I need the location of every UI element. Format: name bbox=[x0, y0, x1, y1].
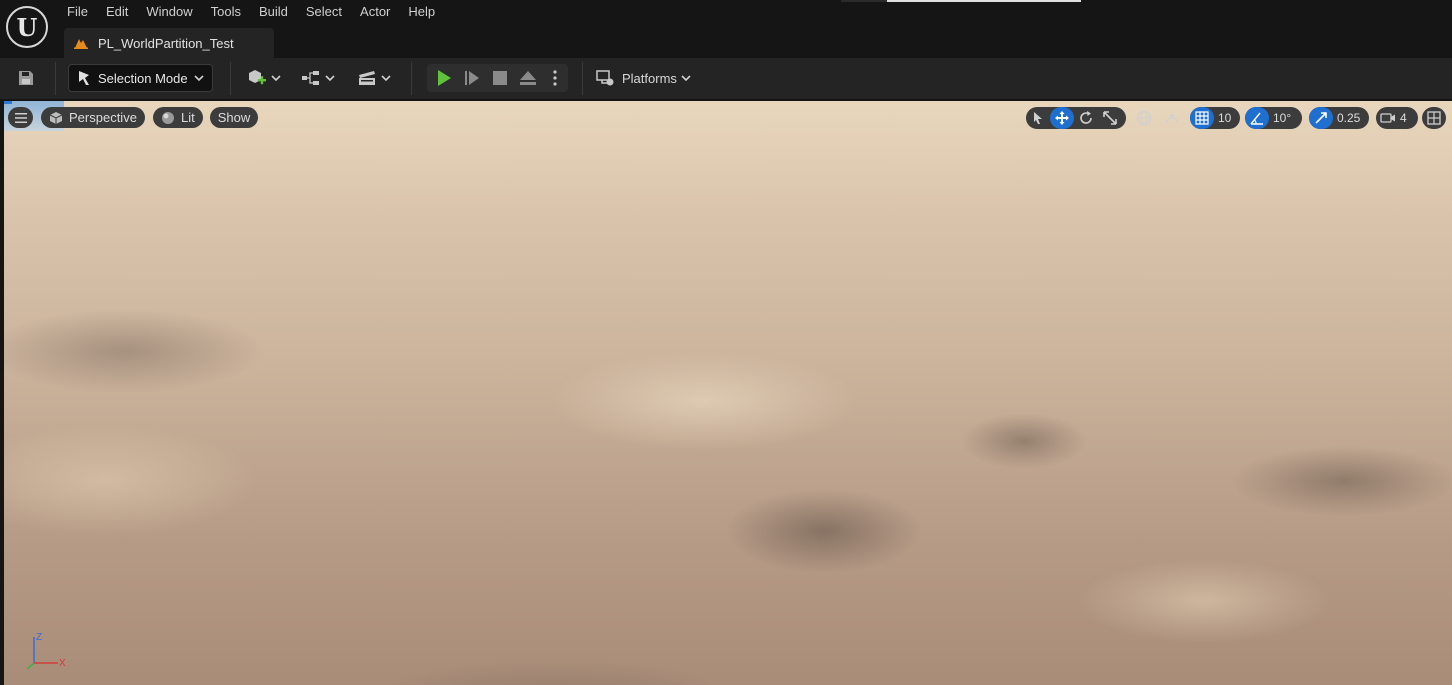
show-dropdown[interactable]: Show bbox=[210, 107, 258, 128]
grid-snap-icon-wrap bbox=[1190, 107, 1214, 129]
add-actor-button[interactable] bbox=[244, 64, 284, 92]
menu-help[interactable]: Help bbox=[399, 0, 444, 24]
menu-tools[interactable]: Tools bbox=[202, 0, 250, 24]
eject-icon bbox=[520, 71, 536, 85]
layout-icon bbox=[1427, 111, 1441, 125]
scale-snap-toggle[interactable]: 0.25 bbox=[1309, 107, 1369, 129]
play-button[interactable] bbox=[431, 64, 457, 92]
viewport-options-button[interactable] bbox=[8, 107, 33, 128]
title-strip bbox=[841, 0, 1081, 2]
platforms-label: Platforms bbox=[622, 70, 677, 86]
chevron-down-icon bbox=[194, 75, 204, 82]
scale-snap-icon-wrap bbox=[1309, 107, 1333, 129]
save-button[interactable] bbox=[12, 64, 40, 92]
surface-snap-icon bbox=[1165, 114, 1179, 123]
scale-icon bbox=[1103, 111, 1117, 125]
add-actor-icon bbox=[249, 70, 266, 85]
play-options-button[interactable] bbox=[545, 64, 565, 92]
toolbar-separator bbox=[230, 62, 231, 95]
menu-build[interactable]: Build bbox=[250, 0, 297, 24]
platforms-icon bbox=[596, 70, 614, 86]
level-icon bbox=[74, 39, 88, 49]
scale-snap-icon bbox=[1315, 112, 1327, 124]
skip-icon bbox=[465, 71, 479, 85]
scale-tool-button[interactable] bbox=[1098, 107, 1122, 129]
hamburger-icon bbox=[14, 112, 27, 123]
stop-button[interactable] bbox=[487, 64, 513, 92]
toolbar-separator bbox=[582, 62, 583, 95]
menu-select[interactable]: Select bbox=[297, 0, 351, 24]
grid-snap-toggle[interactable]: 10 bbox=[1190, 107, 1240, 129]
platforms-dropdown[interactable]: Platforms bbox=[596, 64, 696, 92]
view-mode-label: Lit bbox=[181, 110, 195, 125]
selection-mode-icon bbox=[79, 71, 89, 85]
cinematics-button[interactable] bbox=[354, 64, 394, 92]
selection-mode-dropdown[interactable]: Selection Mode bbox=[68, 64, 213, 92]
scale-snap-value: 0.25 bbox=[1337, 111, 1361, 125]
transform-tools-group bbox=[1026, 107, 1126, 129]
play-controls bbox=[427, 64, 568, 92]
perspective-label: Perspective bbox=[69, 110, 137, 125]
unreal-logo-icon[interactable]: U bbox=[6, 6, 48, 48]
main-toolbar: Selection Mode Platforms bbox=[0, 58, 1452, 99]
camera-speed-value: 4 bbox=[1400, 111, 1407, 125]
camera-icon-wrap bbox=[1376, 107, 1400, 129]
viewport-active-indicator bbox=[4, 101, 12, 104]
menu-actor[interactable]: Actor bbox=[351, 0, 399, 24]
level-tab-label: PL_WorldPartition_Test bbox=[98, 35, 234, 51]
axis-z-label: Z bbox=[36, 632, 42, 643]
cinematics-icon bbox=[359, 71, 375, 85]
grid-snap-value: 10 bbox=[1218, 111, 1232, 125]
viewport-layout-button[interactable] bbox=[1422, 107, 1446, 129]
view-mode-dropdown[interactable]: Lit bbox=[153, 107, 203, 128]
layout-icon-wrap bbox=[1422, 107, 1446, 129]
menu-edit[interactable]: Edit bbox=[97, 0, 137, 24]
advance-frame-button[interactable] bbox=[459, 64, 485, 92]
surface-snap-icon-wrap bbox=[1160, 107, 1184, 129]
chevron-down-icon bbox=[681, 75, 691, 82]
kebab-icon bbox=[553, 70, 557, 86]
menu-window[interactable]: Window bbox=[137, 0, 201, 24]
rotation-snap-icon-wrap bbox=[1245, 107, 1269, 129]
rotate-tool-button[interactable] bbox=[1074, 107, 1098, 129]
axis-x-label: X bbox=[59, 658, 66, 669]
blueprint-button[interactable] bbox=[298, 64, 338, 92]
grid-icon bbox=[1195, 111, 1209, 125]
menu-bar: File Edit Window Tools Build Select Acto… bbox=[58, 0, 444, 24]
chevron-down-icon bbox=[271, 75, 281, 82]
level-tab[interactable]: PL_WorldPartition_Test bbox=[64, 28, 274, 58]
camera-icon bbox=[1380, 113, 1395, 123]
menu-file[interactable]: File bbox=[58, 0, 97, 24]
perspective-dropdown[interactable]: Perspective bbox=[41, 107, 145, 128]
world-icon-wrap bbox=[1132, 107, 1156, 129]
stop-icon bbox=[493, 71, 507, 85]
select-icon bbox=[1034, 112, 1042, 124]
chevron-down-icon bbox=[325, 75, 335, 82]
toolbar-separator bbox=[55, 62, 56, 95]
world-icon bbox=[1136, 110, 1152, 126]
title-bar: U File Edit Window Tools Build Select Ac… bbox=[0, 0, 1452, 58]
toolbar-separator bbox=[411, 62, 412, 95]
surface-snap-button[interactable] bbox=[1160, 107, 1186, 129]
rotate-icon bbox=[1080, 111, 1092, 124]
rotation-snap-value: 10° bbox=[1273, 111, 1292, 125]
translate-tool-button[interactable] bbox=[1050, 107, 1074, 129]
level-viewport[interactable]: Perspective Lit Show 10 10° 0.25 4 Z X bbox=[4, 101, 1452, 685]
sphere-icon bbox=[162, 111, 174, 124]
eject-button[interactable] bbox=[515, 64, 541, 92]
angle-icon bbox=[1250, 112, 1263, 125]
select-tool-button[interactable] bbox=[1026, 107, 1050, 129]
play-icon bbox=[438, 70, 451, 86]
coordinate-system-button[interactable] bbox=[1132, 107, 1156, 129]
cube-icon bbox=[49, 111, 63, 124]
show-label: Show bbox=[217, 110, 251, 125]
blueprint-icon bbox=[302, 71, 319, 85]
camera-speed-button[interactable]: 4 bbox=[1376, 107, 1418, 129]
save-icon bbox=[19, 71, 33, 85]
axis-gizmo: Z X bbox=[26, 632, 66, 670]
translate-icon bbox=[1055, 111, 1069, 125]
rotation-snap-toggle[interactable]: 10° bbox=[1245, 107, 1302, 129]
chevron-down-icon bbox=[381, 75, 391, 82]
selection-mode-label: Selection Mode bbox=[98, 70, 188, 86]
